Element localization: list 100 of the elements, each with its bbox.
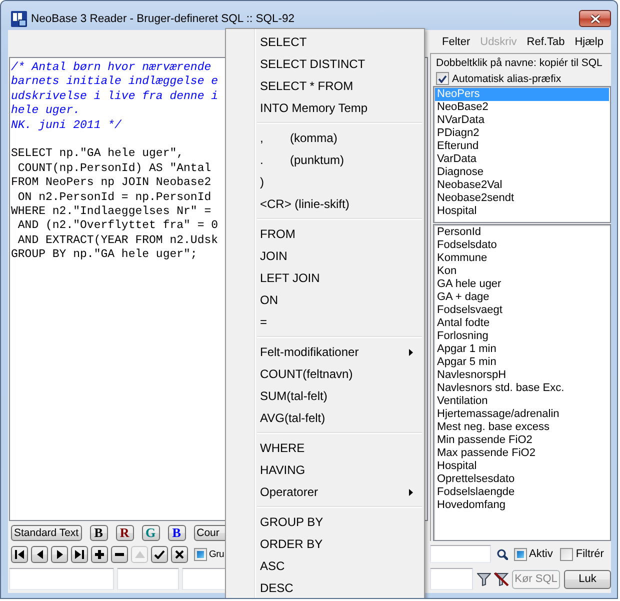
list-item[interactable]: Max passende FiO2 <box>435 447 609 460</box>
nav-button[interactable] <box>151 546 168 563</box>
menu-item[interactable]: = <box>228 311 422 333</box>
menu-item[interactable]: SELECT DISTINCT <box>228 53 422 75</box>
submenu-arrow-icon <box>409 348 413 356</box>
menu-item[interactable]: SELECT * FROM <box>228 75 422 97</box>
menubar-item[interactable]: Felter <box>437 36 476 48</box>
list-item[interactable]: PersonId <box>435 226 609 239</box>
list-item[interactable]: GA hele uger <box>435 278 609 291</box>
list-item[interactable]: Fodselsdato <box>435 239 609 252</box>
list-item[interactable]: Neobase2Val <box>435 179 609 192</box>
list-item[interactable]: PDiagn2 <box>435 127 609 140</box>
field-list[interactable] <box>433 224 611 541</box>
code-line: GROUP BY np."GA hele uger"; <box>11 248 198 262</box>
input-field[interactable] <box>117 568 179 590</box>
checkbox[interactable] <box>194 548 207 561</box>
list-item[interactable]: Kommune <box>435 252 609 265</box>
nav-button[interactable] <box>91 546 108 563</box>
menu-item[interactable]: JOIN <box>228 245 422 267</box>
action-button[interactable]: Luk <box>564 570 611 588</box>
previous-icon <box>36 550 42 559</box>
menu-item[interactable]: AVG(tal-felt) <box>228 407 422 429</box>
menu-item[interactable]: WHERE <box>228 437 422 459</box>
list-item[interactable]: NVarData <box>435 114 609 127</box>
nav-button[interactable] <box>51 546 68 563</box>
list-item[interactable]: Navlesnors std. base Exc. <box>435 382 609 395</box>
hint-text: Dobbeltklik på navne: kopiér til SQL <box>436 57 602 70</box>
list-item[interactable]: NavlesnorspH <box>435 369 609 382</box>
menu-item[interactable]: . (punktum) <box>228 149 422 171</box>
menubar-item[interactable]: Hjælp <box>570 36 608 48</box>
code-line: WHERE n2."Indlaeggelses Nr" = <box>11 204 212 220</box>
menu-item[interactable]: COUNT(feltnavn) <box>228 363 422 385</box>
list-item[interactable]: Efterund <box>435 140 609 153</box>
list-item[interactable]: Hjertemassage/adrenalin <box>435 408 609 421</box>
input-field[interactable] <box>9 568 114 590</box>
menu-item[interactable]: LEFT JOIN <box>228 267 422 289</box>
list-item[interactable]: Hovedomfang <box>435 499 609 512</box>
list-item[interactable]: Hospital <box>435 205 609 218</box>
list-item[interactable]: Mest neg. base excess <box>435 421 609 434</box>
list-item[interactable]: Ventilation <box>435 395 609 408</box>
list-item[interactable]: NeoBase2 <box>435 101 609 114</box>
list-item[interactable]: Oprettelsesdato <box>435 473 609 486</box>
close-icon <box>590 14 600 24</box>
menu-item[interactable]: ON <box>228 289 422 311</box>
list-item[interactable]: Fodselsvaegt <box>435 304 609 317</box>
input-field[interactable] <box>430 568 473 590</box>
code-line: AND (n2."Overflyttet fra" = 0 <box>16 219 218 234</box>
menu-item[interactable]: DESC <box>228 577 422 598</box>
list-item[interactable]: Hospital <box>435 460 609 473</box>
menubar-item[interactable]: Ref.Tab <box>522 36 570 48</box>
nav-button[interactable] <box>31 546 48 563</box>
indeterminate-square-icon <box>197 551 204 558</box>
list-item[interactable]: GA + dage <box>435 291 609 304</box>
menu-item[interactable]: ASC <box>228 555 422 577</box>
menu-item[interactable]: HAVING <box>228 459 422 481</box>
window-title: NeoBase 3 Reader - Bruger-defineret SQL :: SQL-92 <box>31 12 294 24</box>
format-button[interactable]: B <box>168 525 186 541</box>
menu-item[interactable]: ) <box>228 171 422 193</box>
app-icon <box>11 10 27 26</box>
list-item[interactable]: Antal fodte <box>435 317 609 330</box>
nav-button[interactable] <box>171 546 188 563</box>
menu-item[interactable]: Felt-modifikationer <box>228 341 422 363</box>
funnel-icon[interactable] <box>477 572 491 586</box>
search-icon[interactable] <box>497 548 508 560</box>
list-item[interactable]: Kon <box>435 265 609 278</box>
list-item[interactable]: VarData <box>435 153 609 166</box>
nav-button[interactable] <box>11 546 28 563</box>
menu-item[interactable]: <CR> (linie-skift) <box>228 193 422 215</box>
checkbox[interactable] <box>514 548 527 560</box>
list-item[interactable]: Apgar 5 min <box>435 356 609 369</box>
list-item[interactable]: Min passende FiO2 <box>435 434 609 447</box>
checkbox[interactable] <box>560 548 573 560</box>
menu-item[interactable]: , (komma) <box>228 127 422 149</box>
format-button[interactable]: B <box>90 525 108 541</box>
code-line: FROM NeoPers np JOIN Neobase2 <box>11 176 212 191</box>
format-button[interactable]: Standard Text <box>11 525 82 541</box>
table-list[interactable]: NeoPers NeoBase2 NVarData PDiagn2 Efterund VarData Diagnose Neobase2Val Neobase2sendt Hospital <box>433 86 611 223</box>
list-item[interactable]: Diagnose <box>435 166 609 179</box>
nav-button[interactable] <box>111 546 128 563</box>
format-button[interactable]: R <box>116 525 134 541</box>
code-comment: /* Antal børn hvor nærværende <box>11 61 212 76</box>
checkbox-label: Aktiv <box>529 548 553 560</box>
checkmark-icon <box>438 74 447 82</box>
close-button[interactable] <box>579 10 611 27</box>
menu-item[interactable]: SELECT <box>228 31 422 53</box>
code-comment: udskrivelse i live fra denne i <box>11 90 218 104</box>
menu-item[interactable]: FROM <box>228 223 422 245</box>
checkbox-label: Automatisk alias-præfix <box>452 72 562 84</box>
list-item[interactable]: Apgar 1 min <box>435 343 609 356</box>
input-field[interactable] <box>430 545 491 563</box>
nav-button[interactable] <box>71 546 88 563</box>
menu-item[interactable]: Operatorer <box>228 481 422 503</box>
menu-item[interactable]: SUM(tal-felt) <box>228 385 422 407</box>
code-comment: NK. juni 2011 */ <box>11 118 122 133</box>
menu-item[interactable]: INTO Memory Temp <box>228 97 422 119</box>
list-item[interactable]: Fodselslaengde <box>435 486 609 499</box>
funnel-slash-icon[interactable] <box>494 572 509 586</box>
checkbox[interactable] <box>436 72 449 85</box>
list-item[interactable]: Forlosning <box>435 330 609 343</box>
list-item[interactable]: Neobase2sendt <box>435 192 609 205</box>
